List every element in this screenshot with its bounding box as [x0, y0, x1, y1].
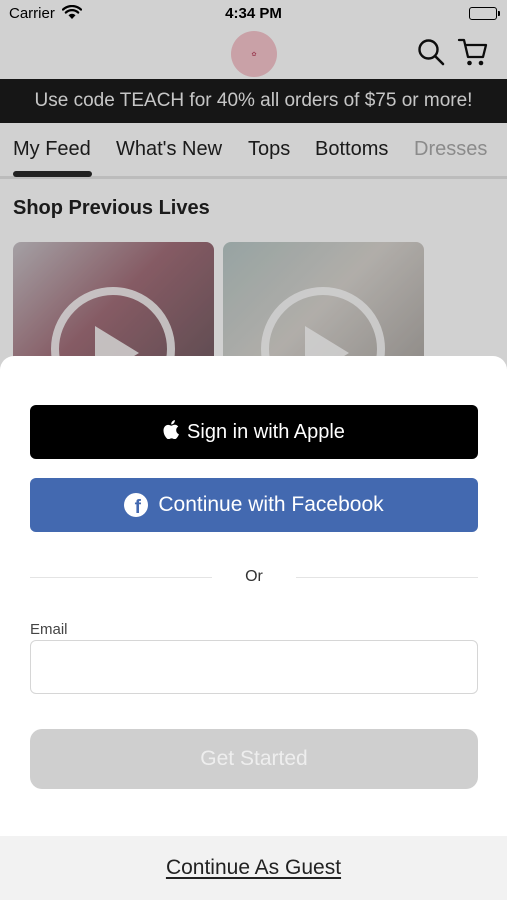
or-separator: Or — [245, 568, 263, 585]
apple-button-label: Sign in with Apple — [187, 420, 345, 443]
guest-bar: Continue As Guest — [0, 836, 507, 900]
email-label: Email — [30, 621, 68, 638]
divider — [296, 577, 478, 578]
divider — [30, 577, 212, 578]
continue-with-facebook-button[interactable]: f Continue with Facebook — [30, 478, 478, 532]
facebook-icon: f — [124, 493, 149, 517]
sign-in-sheet: Sign in with Apple f Continue with Faceb… — [0, 356, 507, 900]
email-field[interactable] — [30, 640, 478, 694]
apple-icon — [163, 419, 179, 445]
facebook-button-label: Continue with Facebook — [158, 493, 384, 516]
continue-as-guest-link[interactable]: Continue As Guest — [166, 856, 341, 880]
sign-in-with-apple-button[interactable]: Sign in with Apple — [30, 405, 478, 459]
get-started-button[interactable]: Get Started — [30, 729, 478, 789]
get-started-label: Get Started — [200, 747, 308, 770]
